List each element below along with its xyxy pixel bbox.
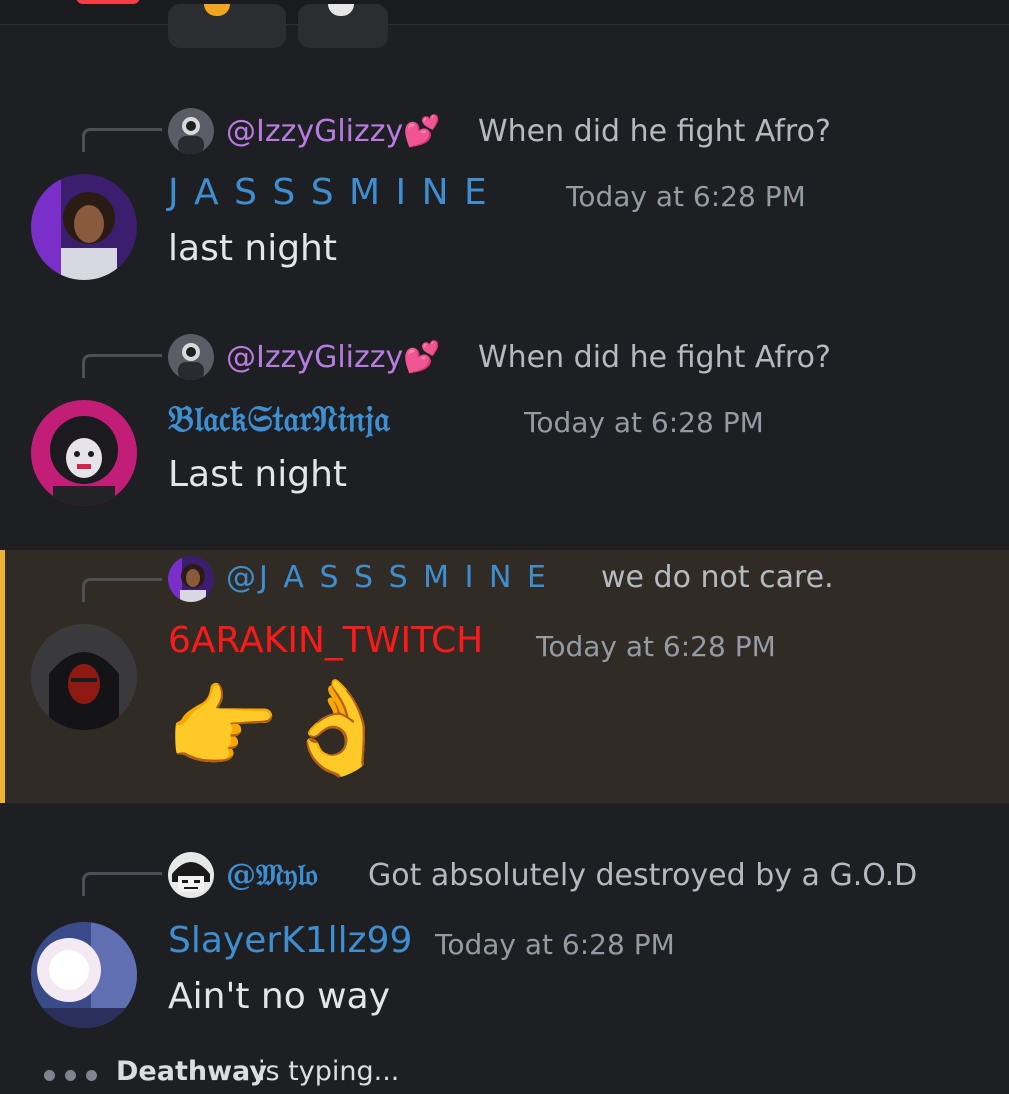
timestamp: Today at 6:28 PM — [566, 180, 806, 213]
top-toolbar — [0, 0, 1009, 25]
avatar[interactable] — [31, 624, 137, 730]
reaction-emoji-icon — [204, 4, 230, 16]
message[interactable]: @IzzyGlizzy💕 When did he fight Afro? J A… — [0, 100, 1009, 310]
reply-preview-text[interactable]: Got absolutely destroyed by a G.O.D — [368, 858, 917, 893]
typing-user: Deathway — [116, 1056, 268, 1087]
message-text: Last night — [168, 454, 348, 495]
reply-connector — [82, 354, 162, 378]
message[interactable]: @IzzyGlizzy💕 When did he fight Afro? 𝔅𝔩𝔞… — [0, 326, 1009, 536]
reply-preview-text[interactable]: we do not care. — [601, 560, 834, 595]
reply-author[interactable]: @J A S S S M I N E — [226, 560, 549, 595]
reply-preview-text[interactable]: When did he fight Afro? — [478, 114, 831, 149]
message[interactable]: @𝔐𝔶𝔩𝔬 Got absolutely destroyed by a G.O.… — [0, 844, 1009, 1054]
reply-author[interactable]: @IzzyGlizzy💕 — [226, 114, 441, 149]
timestamp: Today at 6:28 PM — [435, 928, 675, 961]
reaction-pill[interactable] — [298, 4, 388, 48]
reply-avatar[interactable] — [168, 334, 214, 380]
author-name[interactable]: SlayerK1llz99 — [168, 920, 412, 961]
author-name[interactable]: 6ARAKIN_TWITCH — [168, 620, 483, 661]
notification-badge[interactable] — [76, 0, 140, 4]
reply-connector — [82, 578, 162, 602]
typing-dot-icon — [44, 1070, 55, 1081]
typing-suffix: is typing... — [258, 1056, 400, 1087]
chat-view: @IzzyGlizzy💕 When did he fight Afro? J A… — [0, 0, 1009, 1094]
reply-connector — [82, 128, 162, 152]
reply-author[interactable]: @IzzyGlizzy💕 — [226, 340, 441, 375]
typing-dot-icon — [86, 1070, 97, 1081]
reply-avatar[interactable] — [168, 108, 214, 154]
message-emoji-text: 👉👌 — [165, 674, 395, 781]
typing-dot-icon — [65, 1070, 76, 1081]
author-name[interactable]: 𝔅𝔩𝔞𝔠𝔨𝔖𝔱𝔞𝔯𝔑𝔦𝔫𝔧𝔞 — [168, 398, 390, 441]
message-text: last night — [168, 228, 337, 269]
timestamp: Today at 6:28 PM — [536, 630, 776, 663]
reply-connector — [82, 872, 162, 896]
timestamp: Today at 6:28 PM — [524, 406, 764, 439]
reaction-emoji-icon — [328, 4, 354, 16]
avatar[interactable] — [31, 922, 137, 1028]
reply-avatar[interactable] — [168, 556, 214, 602]
reply-preview-text[interactable]: When did he fight Afro? — [478, 340, 831, 375]
avatar[interactable] — [31, 174, 137, 280]
reply-avatar[interactable] — [168, 852, 214, 898]
reply-author[interactable]: @𝔐𝔶𝔩𝔬 — [226, 858, 318, 893]
reaction-pill[interactable] — [168, 4, 286, 48]
message-highlighted[interactable]: @J A S S S M I N E we do not care. 6ARAK… — [0, 550, 1009, 803]
author-name[interactable]: J A S S S M I N E — [168, 172, 489, 213]
message-text: Ain't no way — [168, 976, 390, 1017]
avatar[interactable] — [31, 400, 137, 506]
